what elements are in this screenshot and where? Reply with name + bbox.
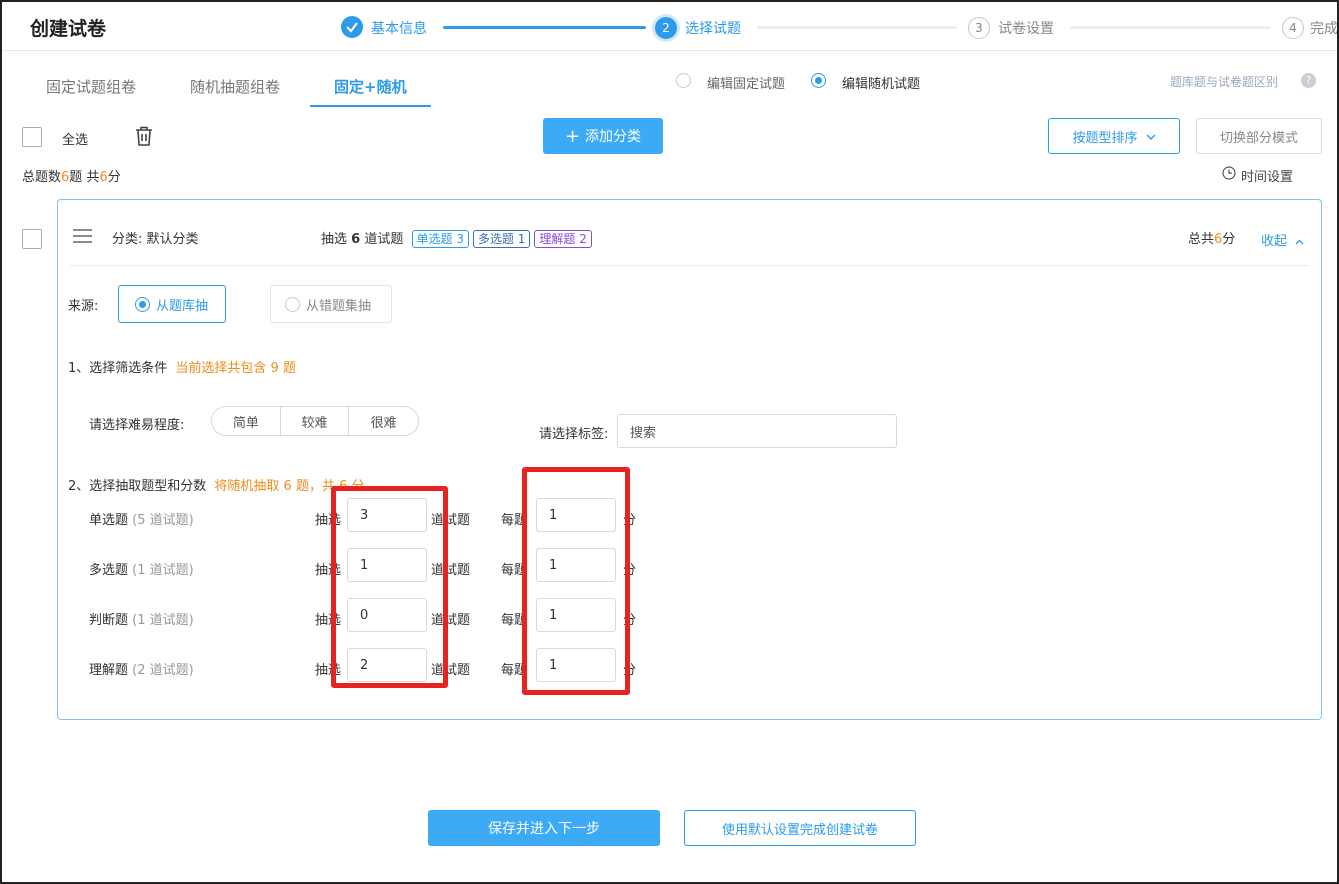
tag-comprehension: 理解题 2 xyxy=(534,230,592,248)
collapse-label: 收起 xyxy=(1261,234,1288,249)
tag-multiple-choice: 多选题 1 xyxy=(472,230,531,248)
score-column-highlight xyxy=(522,467,630,695)
collapse-button[interactable]: 收起 xyxy=(1261,230,1304,249)
difficulty-medium[interactable]: 较难 xyxy=(281,407,350,435)
chevron-up-icon xyxy=(1295,234,1304,249)
edit-fixed-radio[interactable] xyxy=(676,73,691,88)
step-4-label[interactable]: 完成 xyxy=(1310,18,1337,38)
summary-mid: 题 共 xyxy=(69,170,100,185)
row-type: 判断题 (1 道试题) xyxy=(89,609,194,628)
summary-score: 6 xyxy=(99,170,108,185)
source-label: 来源: xyxy=(68,299,99,314)
draw-prefix: 抽选 xyxy=(321,232,348,247)
category-name: 分类: 默认分类 xyxy=(112,232,199,247)
help-link[interactable]: 题库题与试卷题区别 xyxy=(1170,73,1278,90)
sort-by-type-label: 按题型排序 xyxy=(1072,130,1138,146)
edit-fixed-label[interactable]: 编辑固定试题 xyxy=(707,73,785,92)
step-1-progress-bar xyxy=(443,26,646,29)
tab-fixed-random[interactable]: 固定+随机 xyxy=(334,76,407,97)
draw-count: 6 xyxy=(351,232,361,247)
summary-text: 总题数6题 共6分 xyxy=(22,166,121,185)
step-4-circle: 4 xyxy=(1282,17,1304,39)
difficulty-segmented: 简单 较难 很难 xyxy=(211,406,419,436)
row-type-label: 单选题 xyxy=(89,513,129,528)
row-type: 单选题 (5 道试题) xyxy=(89,509,194,528)
row-type-label: 多选题 xyxy=(89,563,129,578)
step-3-progress-bar xyxy=(1070,26,1270,29)
row-available-count: (1 道试题) xyxy=(132,563,194,578)
tab-fixed[interactable]: 固定试题组卷 xyxy=(46,76,136,97)
edit-random-label[interactable]: 编辑随机试题 xyxy=(842,73,920,92)
time-setting-link[interactable]: 时间设置 xyxy=(1241,166,1293,185)
source-wrongbook-option[interactable]: 从错题集抽 xyxy=(270,285,392,323)
difficulty-hard[interactable]: 很难 xyxy=(349,407,418,435)
clock-icon[interactable] xyxy=(1222,166,1236,184)
row-type-label: 判断题 xyxy=(89,613,129,628)
row-type: 多选题 (1 道试题) xyxy=(89,559,194,578)
default-finish-button[interactable]: 使用默认设置完成创建试卷 xyxy=(684,810,916,846)
plus-icon: + xyxy=(564,125,581,147)
card-divider xyxy=(70,265,1310,266)
tag-search-input[interactable]: 搜索 xyxy=(617,414,897,448)
tab-active-underline xyxy=(310,105,431,107)
step-1-label[interactable]: 基本信息 xyxy=(371,18,427,38)
step-3-label[interactable]: 试卷设置 xyxy=(998,18,1054,38)
edit-random-radio[interactable] xyxy=(811,73,826,88)
save-next-button[interactable]: 保存并进入下一步 xyxy=(428,810,660,846)
add-category-button[interactable]: + 添加分类 xyxy=(543,118,663,154)
add-category-label: 添加分类 xyxy=(585,129,642,145)
tag-filter-label: 请选择标签: xyxy=(539,427,609,442)
select-all-checkbox[interactable] xyxy=(22,127,42,147)
difficulty-easy[interactable]: 简单 xyxy=(212,407,281,435)
draw-column-highlight xyxy=(331,486,448,688)
step1-title: 1、选择筛选条件 当前选择共包含 9 题 xyxy=(68,357,296,376)
tag-single-choice: 单选题 3 xyxy=(411,230,469,248)
row-available-count: (5 道试题) xyxy=(132,513,194,528)
step1-title-text: 1、选择筛选条件 xyxy=(68,361,168,376)
step1-note: 当前选择共包含 9 题 xyxy=(175,361,296,376)
category-draw-summary: 抽选 6 道试题 单选题 3 多选题 1 理解题 2 xyxy=(321,228,592,248)
category-total: 总共6分 xyxy=(1188,228,1235,247)
category-checkbox[interactable] xyxy=(22,229,42,249)
source-wrongbook-label: 从错题集抽 xyxy=(306,298,372,314)
total-suffix: 分 xyxy=(1222,232,1236,247)
step-2-progress-bar xyxy=(757,26,957,29)
row-available-count: (2 道试题) xyxy=(132,663,194,678)
total-prefix: 总共 xyxy=(1188,232,1215,247)
source-bank-option[interactable]: 从题库抽 xyxy=(118,285,226,323)
step-2-label[interactable]: 选择试题 xyxy=(685,18,741,38)
chevron-down-icon xyxy=(1146,129,1156,144)
source-wrongbook-radio xyxy=(285,296,300,312)
draw-suffix: 道试题 xyxy=(364,232,404,247)
row-type-label: 理解题 xyxy=(89,663,129,678)
row-available-count: (1 道试题) xyxy=(132,613,194,628)
summary-prefix: 总题数 xyxy=(22,170,62,185)
difficulty-label: 请选择难易程度: xyxy=(89,418,185,433)
step-1-check-icon xyxy=(341,16,363,38)
sort-by-type-button[interactable]: 按题型排序 xyxy=(1048,118,1180,154)
page-title: 创建试卷 xyxy=(30,18,107,40)
switch-mode-button[interactable]: 切换部分模式 xyxy=(1196,118,1322,154)
header-divider xyxy=(2,50,1337,51)
select-all-label[interactable]: 全选 xyxy=(62,129,88,148)
source-bank-radio xyxy=(135,296,150,312)
tab-random[interactable]: 随机抽题组卷 xyxy=(190,76,280,97)
step-2-circle: 2 xyxy=(655,17,677,39)
step-3-circle: 3 xyxy=(968,17,990,39)
category-card xyxy=(57,199,1322,720)
drag-handle-icon[interactable] xyxy=(73,229,92,247)
source-bank-label: 从题库抽 xyxy=(156,298,209,314)
summary-suffix: 分 xyxy=(107,170,121,185)
row-type: 理解题 (2 道试题) xyxy=(89,659,194,678)
trash-icon[interactable] xyxy=(134,125,154,151)
step2-title-text: 2、选择抽取题型和分数 xyxy=(68,479,207,494)
help-icon[interactable]: ? xyxy=(1301,73,1316,88)
step2-title: 2、选择抽取题型和分数 将随机抽取 6 题，共 6 分 xyxy=(68,475,365,494)
